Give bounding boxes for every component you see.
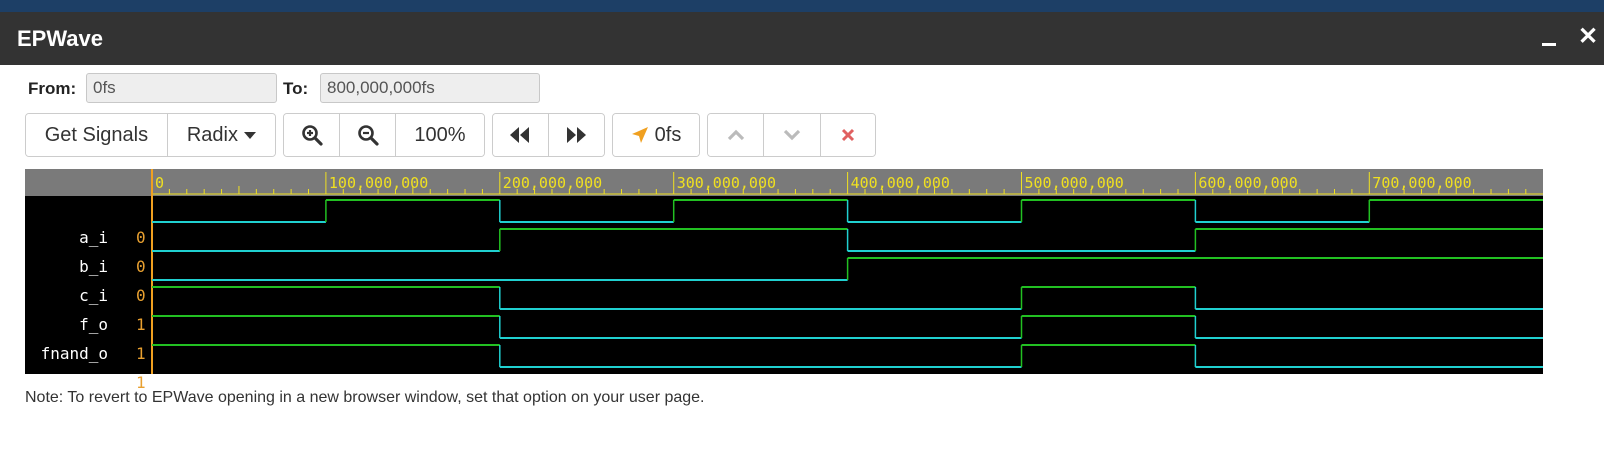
signal-value: 0 [136, 286, 146, 305]
chevron-down-icon [783, 129, 801, 141]
zoom-out-button[interactable] [340, 114, 396, 156]
signal-name[interactable]: a_i [79, 228, 108, 247]
ruler-label: 300,000,000 [677, 174, 776, 192]
zoom-level-button[interactable]: 100% [396, 114, 484, 156]
zoom-out-icon [357, 125, 379, 146]
from-label: From: [28, 79, 77, 98]
zoom-in-icon [301, 125, 323, 146]
signal-value: 1 [136, 344, 146, 363]
caret-down-icon [244, 131, 256, 139]
ruler-label: 0 [155, 174, 164, 192]
signal-value: 0 [136, 228, 146, 247]
signal-name[interactable]: fnand_o [41, 344, 108, 363]
get-signals-button[interactable]: Get Signals [26, 114, 168, 156]
close-button[interactable]: ✕ [1578, 24, 1598, 50]
ruler-label: 400,000,000 [851, 174, 950, 192]
signal-edit-group [707, 113, 876, 157]
minimize-button[interactable] [1540, 26, 1558, 48]
signal-value: 1 [136, 315, 146, 334]
zoom-button-group: 100% [283, 113, 485, 157]
chevron-up-icon [727, 129, 744, 141]
ruler-label: 500,000,000 [1025, 174, 1124, 192]
signals-button-group: Get Signals Radix [25, 113, 276, 157]
cursor-time-button[interactable]: 0fs [613, 114, 699, 156]
signal-name[interactable]: b_i [79, 257, 108, 276]
radix-label: Radix [186, 123, 238, 146]
signal-name[interactable]: c_i [79, 286, 108, 305]
remove-signal-button[interactable] [820, 114, 875, 156]
ruler-label: 200,000,000 [503, 174, 602, 192]
fast-forward-icon [567, 127, 587, 143]
fast-backward-icon [510, 127, 530, 143]
signal-name[interactable]: f_o [79, 315, 108, 334]
ruler-label: 100,000,000 [329, 174, 428, 192]
prev-edge-button[interactable] [493, 114, 549, 156]
move-down-button[interactable] [764, 114, 821, 156]
to-label: To: [283, 79, 309, 98]
to-input[interactable] [320, 73, 540, 103]
ruler-label: 700,000,000 [1372, 174, 1471, 192]
cursor-button-group: 0fs [612, 113, 700, 157]
from-input[interactable] [86, 73, 277, 103]
ruler-label: 600,000,000 [1198, 174, 1297, 192]
waveform-viewer[interactable]: 0 100,000,000 200,000,000 300,000,000 400,00… [25, 169, 1543, 392]
radix-dropdown[interactable]: Radix [167, 114, 275, 156]
location-arrow-icon [631, 127, 648, 143]
epwave-window: EPWave ✕ From: To: Get Signals Radix 100… [0, 12, 1604, 449]
window-title: EPWave [17, 26, 104, 51]
signal-value: 0 [136, 257, 146, 276]
title-bar[interactable]: EPWave ✕ [0, 12, 1604, 65]
x-icon [841, 128, 854, 142]
next-edge-button[interactable] [548, 114, 604, 156]
note-text: Note: To revert to EPWave opening in a n… [25, 389, 705, 406]
zoom-in-button[interactable] [284, 114, 340, 156]
edge-nav-group [492, 113, 605, 157]
cursor-time: 0fs [654, 123, 682, 146]
waveform-canvas[interactable]: 0 100,000,000 200,000,000 300,000,000 400,00… [25, 169, 1543, 374]
move-up-button[interactable] [708, 114, 765, 156]
